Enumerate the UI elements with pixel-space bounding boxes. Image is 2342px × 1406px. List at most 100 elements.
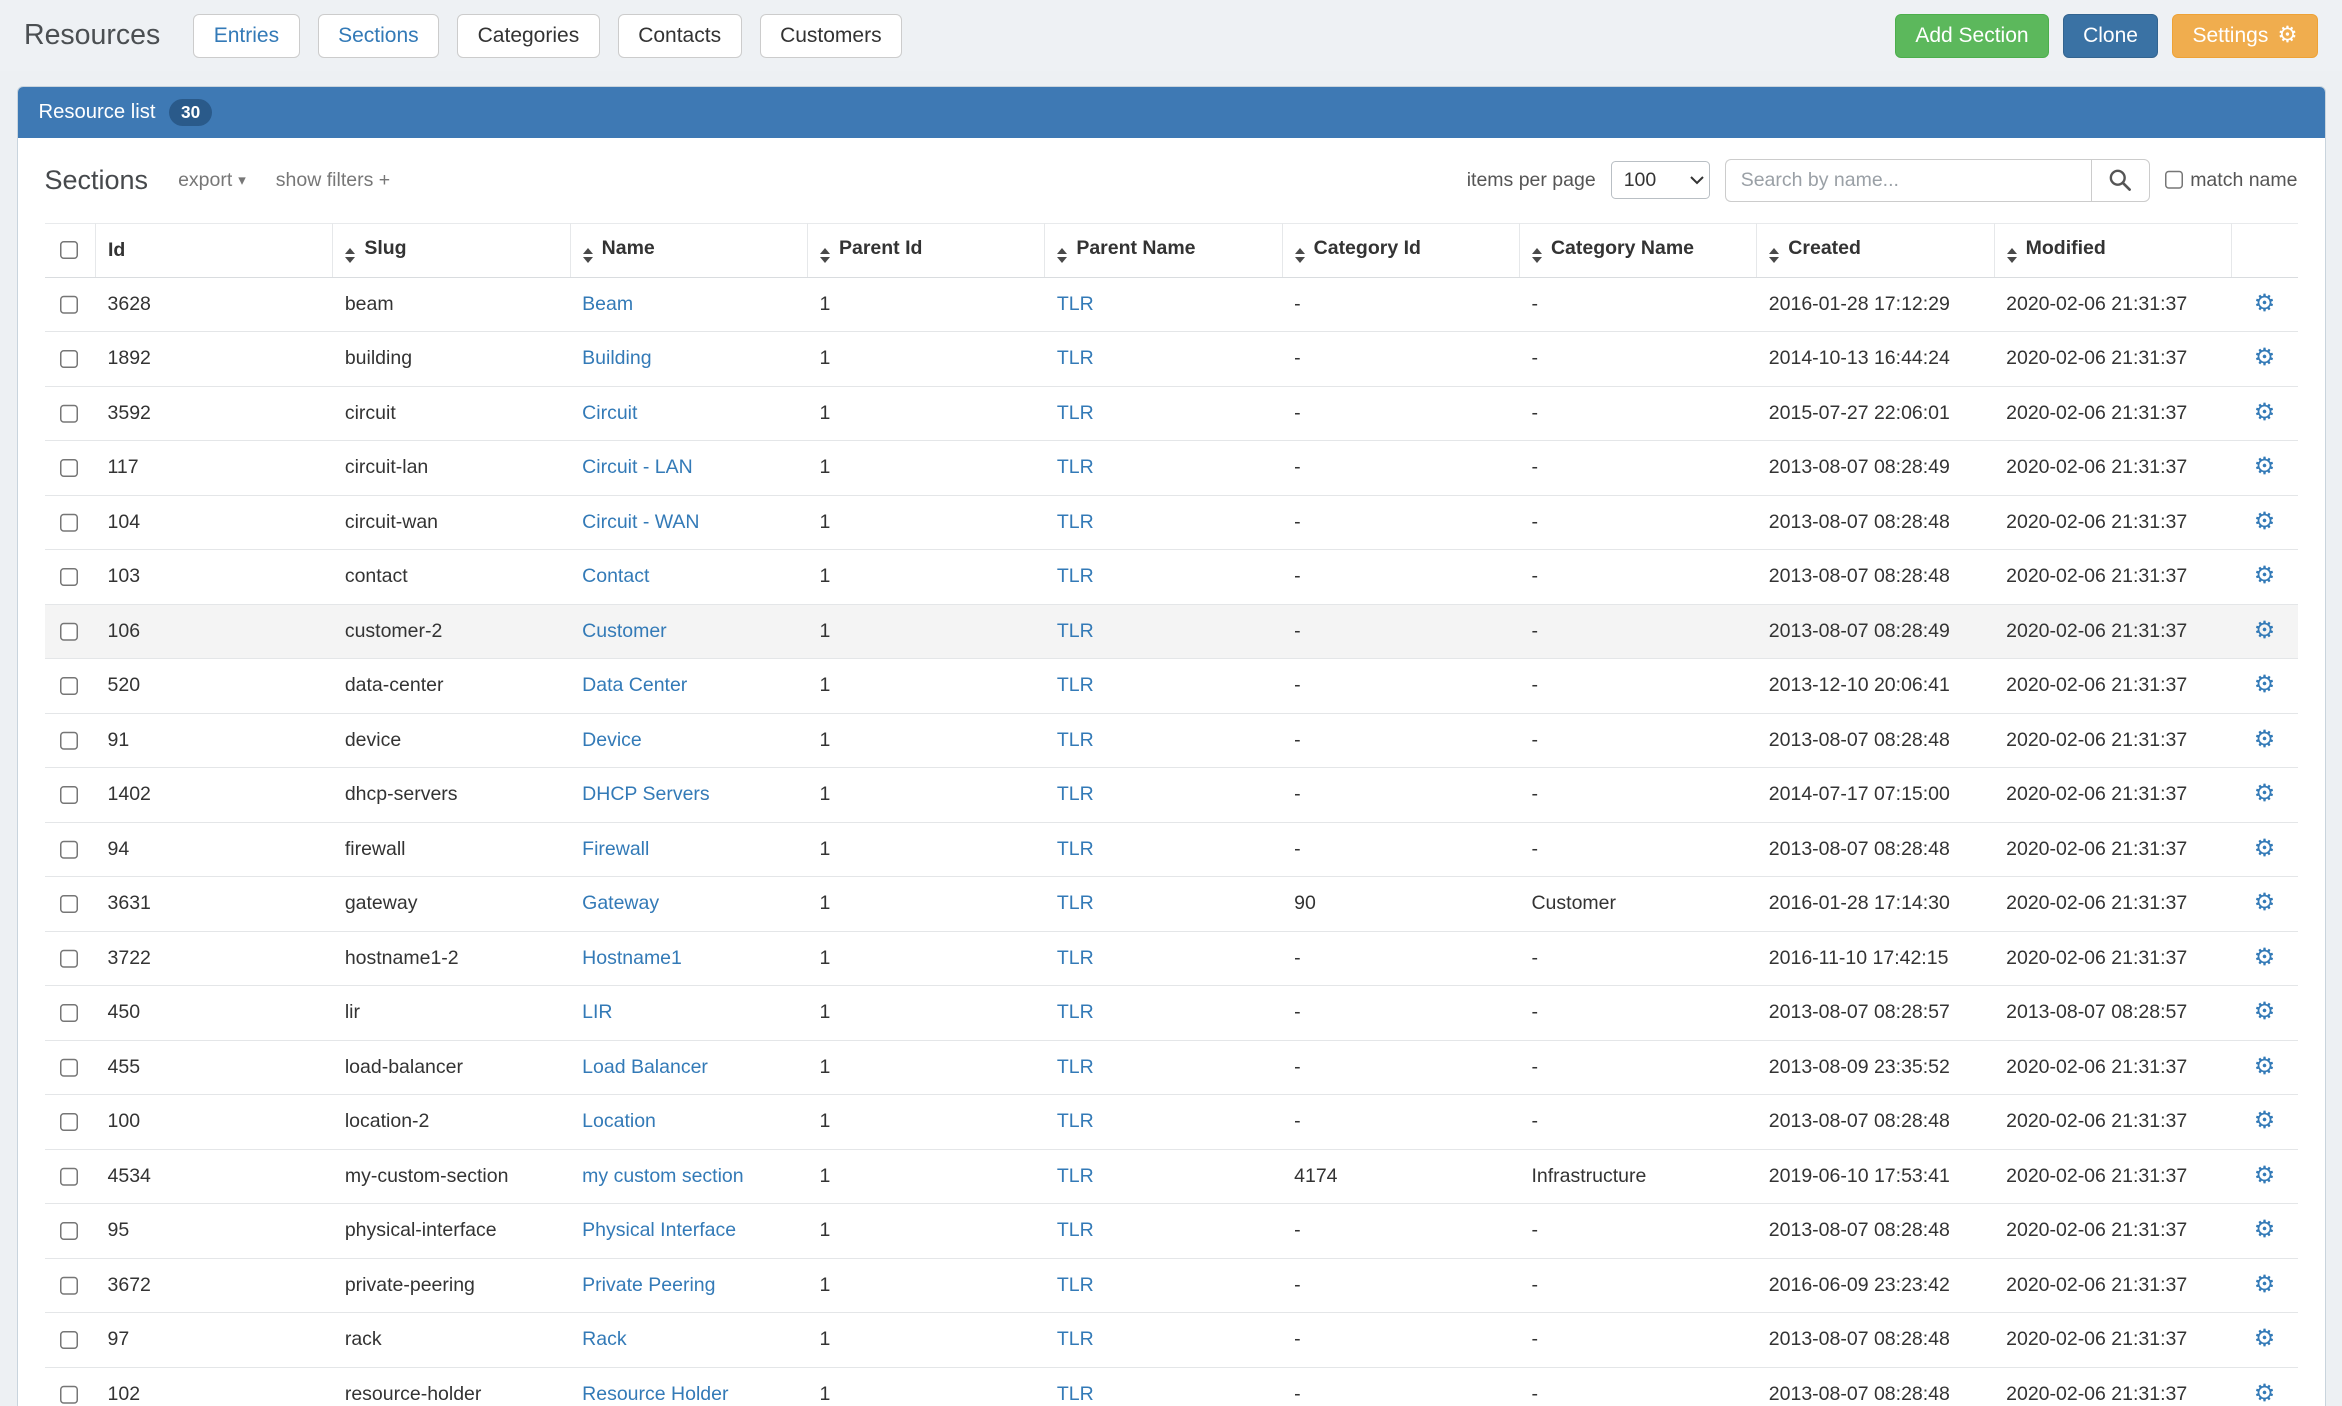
resource-name-link[interactable]: my custom section bbox=[582, 1165, 743, 1187]
tab-contacts[interactable]: Contacts bbox=[618, 14, 742, 58]
sort-icon[interactable] bbox=[1057, 248, 1067, 263]
resource-name-link[interactable]: Contact bbox=[582, 565, 649, 587]
search-button[interactable] bbox=[2091, 159, 2150, 202]
sort-icon[interactable] bbox=[1532, 248, 1542, 263]
resource-name-link[interactable]: Resource Holder bbox=[582, 1383, 728, 1405]
tab-entries[interactable]: Entries bbox=[193, 14, 299, 58]
row-checkbox[interactable] bbox=[60, 1276, 80, 1296]
row-checkbox[interactable] bbox=[60, 1385, 80, 1405]
row-settings-gear-icon[interactable]: ⚙ bbox=[2254, 1325, 2276, 1352]
parent-name-link[interactable]: TLR bbox=[1057, 293, 1094, 315]
parent-name-link[interactable]: TLR bbox=[1057, 1328, 1094, 1350]
resource-name-link[interactable]: Physical Interface bbox=[582, 1219, 736, 1241]
parent-name-link[interactable]: TLR bbox=[1057, 783, 1094, 805]
row-checkbox[interactable] bbox=[60, 949, 80, 969]
row-settings-gear-icon[interactable]: ⚙ bbox=[2254, 562, 2276, 589]
row-settings-gear-icon[interactable]: ⚙ bbox=[2254, 780, 2276, 807]
row-checkbox[interactable] bbox=[60, 840, 80, 860]
resource-name-link[interactable]: LIR bbox=[582, 1001, 612, 1023]
resource-name-link[interactable]: Device bbox=[582, 729, 642, 751]
row-checkbox[interactable] bbox=[60, 1331, 80, 1351]
row-checkbox[interactable] bbox=[60, 404, 80, 424]
column-header-id[interactable]: Id bbox=[96, 223, 333, 277]
row-checkbox[interactable] bbox=[60, 1113, 80, 1133]
column-header-parent-id[interactable]: Parent Id bbox=[807, 223, 1044, 277]
row-checkbox[interactable] bbox=[60, 1058, 80, 1078]
resource-name-link[interactable]: Private Peering bbox=[582, 1274, 715, 1296]
resource-name-link[interactable]: Rack bbox=[582, 1328, 626, 1350]
row-settings-gear-icon[interactable]: ⚙ bbox=[2254, 1162, 2276, 1189]
column-header-name[interactable]: Name bbox=[570, 223, 807, 277]
row-settings-gear-icon[interactable]: ⚙ bbox=[2254, 453, 2276, 480]
settings-button[interactable]: Settings ⚙ bbox=[2172, 14, 2318, 58]
row-settings-gear-icon[interactable]: ⚙ bbox=[2254, 1053, 2276, 1080]
sort-icon[interactable] bbox=[1769, 248, 1779, 263]
tab-categories[interactable]: Categories bbox=[457, 14, 600, 58]
column-header-created[interactable]: Created bbox=[1757, 223, 1994, 277]
row-settings-gear-icon[interactable]: ⚙ bbox=[2254, 671, 2276, 698]
row-settings-gear-icon[interactable]: ⚙ bbox=[2254, 399, 2276, 426]
resource-name-link[interactable]: Customer bbox=[582, 620, 667, 642]
parent-name-link[interactable]: TLR bbox=[1057, 729, 1094, 751]
sort-icon[interactable] bbox=[345, 248, 355, 263]
row-checkbox[interactable] bbox=[60, 677, 80, 697]
row-checkbox[interactable] bbox=[60, 513, 80, 533]
row-checkbox[interactable] bbox=[60, 895, 80, 915]
row-checkbox[interactable] bbox=[60, 568, 80, 588]
row-checkbox[interactable] bbox=[60, 1222, 80, 1242]
resource-name-link[interactable]: DHCP Servers bbox=[582, 783, 710, 805]
row-settings-gear-icon[interactable]: ⚙ bbox=[2254, 835, 2276, 862]
tab-customers[interactable]: Customers bbox=[760, 14, 903, 58]
clone-button[interactable]: Clone bbox=[2063, 14, 2159, 58]
row-settings-gear-icon[interactable]: ⚙ bbox=[2254, 998, 2276, 1025]
resource-name-link[interactable]: Load Balancer bbox=[582, 1056, 708, 1078]
export-dropdown[interactable]: export ▾ bbox=[178, 169, 246, 192]
row-settings-gear-icon[interactable]: ⚙ bbox=[2254, 1380, 2276, 1406]
sort-icon[interactable] bbox=[1295, 248, 1305, 263]
row-settings-gear-icon[interactable]: ⚙ bbox=[2254, 726, 2276, 753]
match-name-checkbox[interactable] bbox=[2165, 170, 2185, 190]
column-header-category-id[interactable]: Category Id bbox=[1282, 223, 1519, 277]
sort-icon[interactable] bbox=[2007, 248, 2017, 263]
row-settings-gear-icon[interactable]: ⚙ bbox=[2254, 344, 2276, 371]
resource-name-link[interactable]: Gateway bbox=[582, 892, 659, 914]
resource-name-link[interactable]: Firewall bbox=[582, 838, 649, 860]
parent-name-link[interactable]: TLR bbox=[1057, 456, 1094, 478]
column-header-parent-name[interactable]: Parent Name bbox=[1045, 223, 1282, 277]
parent-name-link[interactable]: TLR bbox=[1057, 1110, 1094, 1132]
tab-sections[interactable]: Sections bbox=[318, 14, 440, 58]
parent-name-link[interactable]: TLR bbox=[1057, 674, 1094, 696]
parent-name-link[interactable]: TLR bbox=[1057, 1165, 1094, 1187]
row-settings-gear-icon[interactable]: ⚙ bbox=[2254, 1107, 2276, 1134]
resource-name-link[interactable]: Circuit - WAN bbox=[582, 511, 699, 533]
resource-name-link[interactable]: Data Center bbox=[582, 674, 687, 696]
parent-name-link[interactable]: TLR bbox=[1057, 838, 1094, 860]
row-settings-gear-icon[interactable]: ⚙ bbox=[2254, 508, 2276, 535]
resource-name-link[interactable]: Location bbox=[582, 1110, 656, 1132]
parent-name-link[interactable]: TLR bbox=[1057, 892, 1094, 914]
row-settings-gear-icon[interactable]: ⚙ bbox=[2254, 944, 2276, 971]
items-per-page-select[interactable]: 100 bbox=[1611, 161, 1710, 199]
resource-name-link[interactable]: Hostname1 bbox=[582, 947, 682, 969]
row-checkbox[interactable] bbox=[60, 350, 80, 370]
sort-icon[interactable] bbox=[583, 248, 593, 263]
parent-name-link[interactable]: TLR bbox=[1057, 620, 1094, 642]
row-checkbox[interactable] bbox=[60, 295, 80, 315]
row-settings-gear-icon[interactable]: ⚙ bbox=[2254, 290, 2276, 317]
parent-name-link[interactable]: TLR bbox=[1057, 511, 1094, 533]
resource-name-link[interactable]: Building bbox=[582, 347, 651, 369]
row-checkbox[interactable] bbox=[60, 731, 80, 751]
row-settings-gear-icon[interactable]: ⚙ bbox=[2254, 617, 2276, 644]
resource-name-link[interactable]: Circuit - LAN bbox=[582, 456, 693, 478]
row-checkbox[interactable] bbox=[60, 459, 80, 479]
row-checkbox[interactable] bbox=[60, 1004, 80, 1024]
show-filters-link[interactable]: show filters + bbox=[276, 169, 390, 192]
column-header-modified[interactable]: Modified bbox=[1994, 223, 2231, 277]
add-section-button[interactable]: Add Section bbox=[1895, 14, 2049, 58]
parent-name-link[interactable]: TLR bbox=[1057, 1383, 1094, 1405]
parent-name-link[interactable]: TLR bbox=[1057, 1001, 1094, 1023]
row-settings-gear-icon[interactable]: ⚙ bbox=[2254, 889, 2276, 916]
row-checkbox[interactable] bbox=[60, 1167, 80, 1187]
column-header-slug[interactable]: Slug bbox=[333, 223, 570, 277]
sort-icon[interactable] bbox=[820, 248, 830, 263]
